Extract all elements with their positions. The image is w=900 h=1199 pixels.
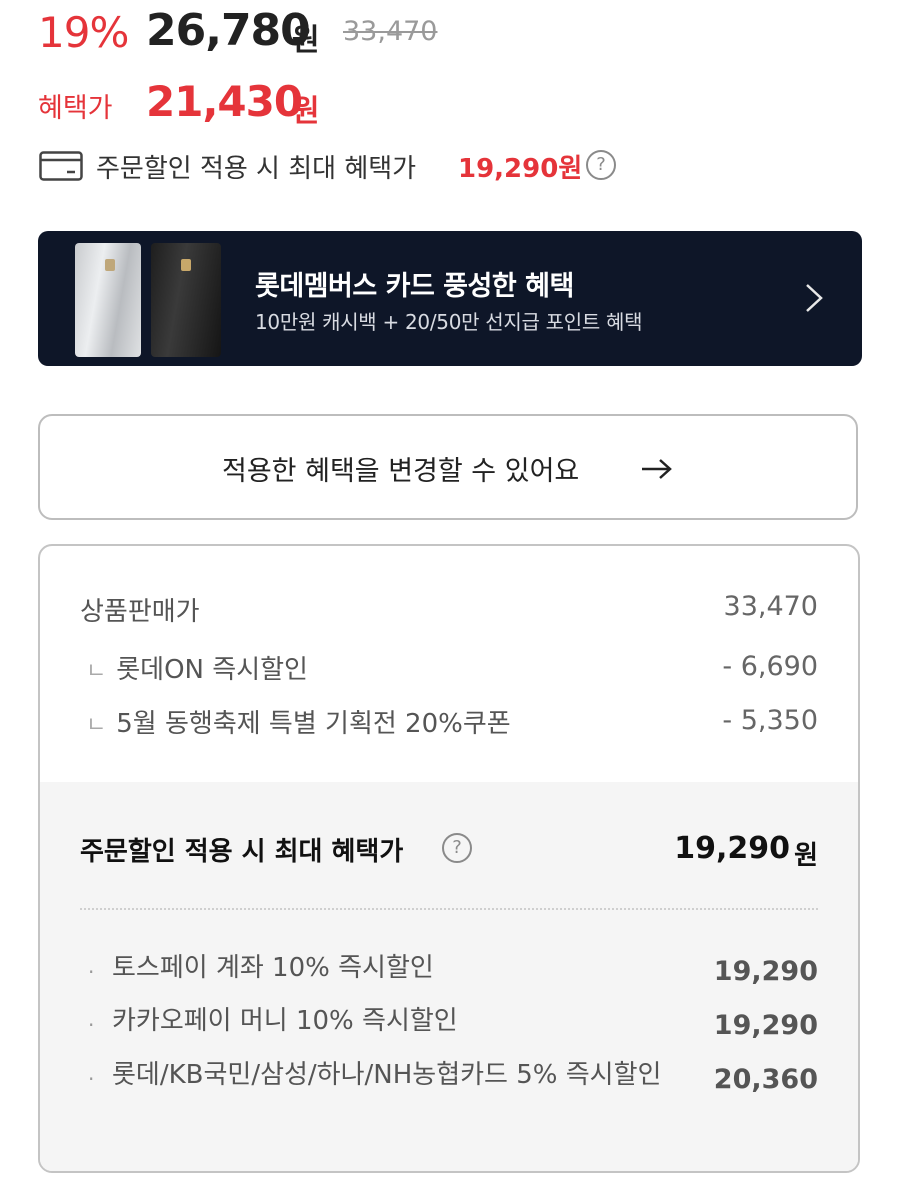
chevron-right-icon	[806, 284, 823, 312]
lotteon-discount-value: - 6,690	[722, 651, 818, 682]
total-benefit-label: 주문할인 적용 시 최대 혜택가	[80, 837, 404, 867]
max-benefit-text: 주문할인 적용 시 최대 혜택가	[96, 154, 417, 184]
help-question-icon[interactable]: ?	[586, 150, 616, 180]
coupon-discount-value: - 5,350	[722, 705, 818, 736]
payment-offer-value: 20,360	[713, 1064, 818, 1095]
max-benefit-price: 19,290원	[458, 154, 583, 184]
payment-offer-label: 롯데/KB국민/삼성/하나/NH농협카드 5% 즉시할인	[112, 1060, 662, 1090]
coupon-discount-label: 5월 동행축제 특별 기획전 20%쿠폰	[116, 709, 511, 739]
payment-offer-value: 19,290	[713, 956, 818, 987]
arrow-right-icon	[642, 459, 672, 479]
help-question-icon[interactable]: ?	[442, 833, 472, 863]
payment-offer-label: 토스페이 계좌 10% 즉시할인	[112, 953, 434, 983]
banner-title: 롯데멤버스 카드 풍성한 혜택	[255, 271, 574, 302]
change-benefit-label: 적용한 혜택을 변경할 수 있어요	[222, 456, 580, 487]
payment-offer-value: 19,290	[713, 1010, 818, 1041]
banner-subtitle: 10만원 캐시백 + 20/50만 선지급 포인트 혜택	[255, 310, 643, 334]
sub-item-mark: ㄴ	[86, 659, 107, 684]
card-image-white	[75, 243, 141, 357]
benefit-price: 21,430	[146, 77, 303, 126]
original-price: 33,470	[343, 16, 438, 47]
change-benefit-button[interactable]: 적용한 혜택을 변경할 수 있어요	[38, 414, 858, 520]
divider	[80, 908, 818, 910]
sale-price: 26,780	[146, 5, 311, 56]
benefit-price-unit: 원	[292, 94, 320, 129]
card-image-black	[151, 243, 221, 357]
card-promo-banner[interactable]: 롯데멤버스 카드 풍성한 혜택 10만원 캐시백 + 20/50만 선지급 포인…	[38, 231, 862, 366]
list-price-label: 상품판매가	[80, 597, 200, 627]
bullet: ·	[88, 960, 95, 984]
lotteon-discount-row: ㄴ 롯데ON 즉시할인	[86, 649, 308, 686]
benefit-price-label: 혜택가	[38, 93, 113, 124]
total-benefit-value: 19,290	[674, 831, 790, 866]
discount-rate: 19%	[38, 8, 129, 57]
bullet: ·	[88, 1013, 95, 1037]
payment-offer-label: 카카오페이 머니 10% 즉시할인	[112, 1006, 458, 1036]
list-price-value: 33,470	[723, 591, 818, 622]
price-breakdown-panel: 상품판매가 33,470 ㄴ 롯데ON 즉시할인 - 6,690 ㄴ 5월 동행축제…	[38, 544, 860, 1173]
credit-card-icon	[39, 151, 83, 181]
bullet: ·	[88, 1067, 95, 1091]
sale-price-unit: 원	[292, 23, 320, 58]
sub-item-mark: ㄴ	[86, 713, 107, 738]
coupon-discount-row: ㄴ 5월 동행축제 특별 기획전 20%쿠폰	[86, 703, 511, 740]
card-chip-icon	[181, 259, 191, 271]
total-benefit-unit: 원	[794, 841, 818, 871]
lotteon-discount-label: 롯데ON 즉시할인	[116, 655, 308, 685]
card-chip-icon	[105, 259, 115, 271]
